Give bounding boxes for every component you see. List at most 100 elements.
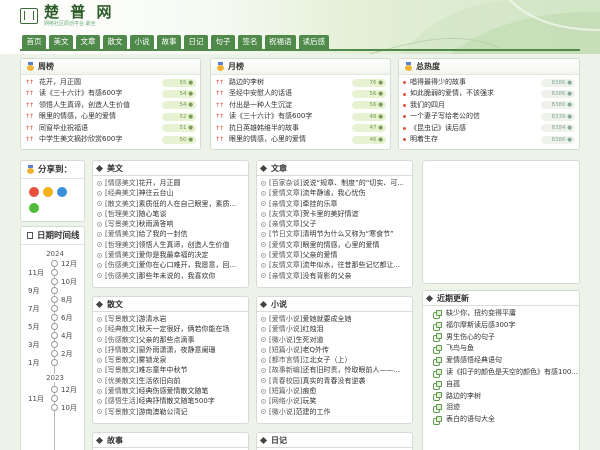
recent-item[interactable]: 读《扣子的颜色是天空的颜色》有感100...	[423, 367, 579, 379]
timeline-month[interactable]: 11月	[28, 394, 44, 404]
article-row[interactable]: [伤感散文] 父亲的那些点滴事	[97, 335, 244, 345]
nav-item[interactable]: 读后感	[298, 35, 329, 49]
recent-item[interactable]: 爱情感悟经典语句	[423, 355, 579, 367]
article-row[interactable]: [情感美文] 花开，月正圆	[97, 178, 244, 188]
article-row[interactable]: [友情文章] 贺卡里的美好情谊	[261, 209, 408, 219]
article-row[interactable]: [感悟生活] 经典抒情散文随笔500字	[97, 396, 244, 406]
rank-row[interactable]: ↑↑ 路边的李树 76 ●	[215, 77, 386, 88]
article-row[interactable]: [微小说] 生死对道	[261, 335, 408, 345]
article-row[interactable]: [亲情文章] 没有背影的父亲	[261, 271, 408, 281]
article-row[interactable]: [爱情文章] 眼里的情感，心里的爱情	[261, 240, 408, 250]
article-row[interactable]: [都市言情] 江北女子（上）	[261, 355, 408, 365]
timeline-month[interactable]: 10月	[61, 403, 77, 413]
timeline-month[interactable]: 3月	[28, 340, 39, 350]
section-title[interactable]: 小说	[271, 297, 287, 312]
rank-row[interactable]: 明着生存 8386 ●	[403, 134, 575, 145]
rank-row[interactable]: ↑↑ 圣经中安慰人的话语 56 ●	[215, 88, 386, 99]
rank-row[interactable]: 一个妻子写给老公的信 8339 ●	[403, 111, 575, 122]
weibo-icon[interactable]	[29, 187, 39, 197]
rank-row[interactable]: ↑↑ 付出是一种人生沉淀 56 ●	[215, 100, 386, 111]
article-row[interactable]: [经典散文] 秋天一定很好，俩若你能在场	[97, 324, 244, 334]
article-row[interactable]: [伤感美文] 爱你在心口难开，我愿意，回...	[97, 260, 244, 270]
timeline-month[interactable]: 1月	[28, 358, 39, 368]
timeline-month[interactable]: 6月	[61, 313, 72, 323]
timeline-month[interactable]: 11月	[28, 268, 44, 278]
recent-item[interactable]: 男生伤心的句子	[423, 332, 579, 344]
nav-item[interactable]: 日记	[184, 35, 208, 49]
rank-row[interactable]: ↑↑ 中学生美文摘抄欣赏600字 50 ●	[25, 134, 196, 145]
article-row[interactable]: [爱情美文] 给了我的一封信	[97, 229, 244, 239]
rank-row[interactable]: 如此脆弱的爱情，不该强求 8386 ●	[403, 88, 575, 99]
rank-row[interactable]: 《昆虫记》读后感 8384 ●	[403, 123, 575, 134]
article-row[interactable]: [伤感美文] 那些年未说的，我喜欢你	[97, 271, 244, 281]
article-row[interactable]: [爱情小说] 红烛泪	[261, 324, 408, 334]
article-row[interactable]: [爱情小说] 爱她就要成全她	[261, 314, 408, 324]
timeline-month[interactable]: 12月	[61, 259, 77, 269]
article-row[interactable]: [故事新编] 还有旧时责，怜取眼前人——...	[261, 365, 408, 375]
article-row[interactable]: [经典美文] 神往云台山	[97, 188, 244, 198]
timeline-month[interactable]: 10月	[61, 277, 77, 287]
nav-item[interactable]: 签名	[238, 35, 262, 49]
nav-item[interactable]: 美文	[49, 35, 73, 49]
qq-icon[interactable]	[57, 187, 67, 197]
rank-row[interactable]: ↑↑ 领悟人生真谛，创造人生价值 54 ●	[25, 100, 196, 111]
article-row[interactable]: [爱情文章] 父亲的爱情	[261, 250, 408, 260]
article-row[interactable]: [爱情美文] 爱你是我最幸福的决定	[97, 250, 244, 260]
rank-row[interactable]: ↑↑ 眼里的情感，心里的爱情 52 ●	[25, 111, 196, 122]
article-row[interactable]: [亲情文章] 牵挂的乐章	[261, 199, 408, 209]
nav-item[interactable]: 文章	[76, 35, 100, 49]
recent-item[interactable]: 飞鸟与鱼	[423, 343, 579, 355]
article-row[interactable]: [微小说] 范建的工作	[261, 407, 408, 417]
article-row[interactable]: [写景美文] 秋雨滴答响	[97, 219, 244, 229]
article-row[interactable]: [友情文章] 流年似水，往昔那些记忆都让...	[261, 260, 408, 270]
article-row[interactable]: [百家杂谈] 说说“规章、制度”的“切实、可...	[261, 178, 408, 188]
article-row[interactable]: [青春校园] 真实的青春没有逆袭	[261, 376, 408, 386]
rank-row[interactable]: ↑↑ 读《三十六计》有感600字 48 ●	[215, 111, 386, 122]
article-row[interactable]: [抒情散文] 窗外雨潇潇，夜静意阑珊	[97, 345, 244, 355]
section-title[interactable]: 美文	[107, 161, 123, 176]
nav-item[interactable]: 句子	[211, 35, 235, 49]
section-title[interactable]: 散文	[107, 297, 123, 312]
article-row[interactable]: [爱情散文] 经典伤感爱情散文随笔	[97, 386, 244, 396]
recent-item[interactable]: 泪迹	[423, 402, 579, 414]
rank-row[interactable]: ↑↑ 同窗毕业祝福语 51 ●	[25, 123, 196, 134]
article-row[interactable]: [哲理美文] 随心笔谈	[97, 209, 244, 219]
nav-item[interactable]: 小说	[130, 35, 154, 49]
recent-item[interactable]: 缺少你，扭约变得平庸	[423, 308, 579, 320]
rank-row[interactable]: ↑↑ 眼里的情感，心里的爱情 46 ●	[215, 134, 386, 145]
recent-item[interactable]: 表白的语句大全	[423, 414, 579, 426]
article-row[interactable]: [写景散文] 雾锁龙泉	[97, 355, 244, 365]
nav-item[interactable]: 故事	[157, 35, 181, 49]
article-row[interactable]: [亲情文章] 父子	[261, 219, 408, 229]
article-row[interactable]: [哲理美文] 领悟人生真谛，创造人生价值	[97, 240, 244, 250]
recent-item[interactable]: 路边的李树	[423, 391, 579, 403]
rank-row[interactable]: 唱得最得少的故事 8386 ●	[403, 77, 575, 88]
site-logo[interactable]: 楚 普 网 网络社区原创平台 最全	[20, 5, 114, 27]
section-title[interactable]: 文章	[271, 161, 287, 176]
article-row[interactable]: [节日文章] 清明节为什么又称为“寒食节”	[261, 229, 408, 239]
section-title[interactable]: 日记	[271, 433, 287, 448]
section-title[interactable]: 故事	[107, 433, 123, 448]
article-row[interactable]: [网络小说] 玩笑	[261, 396, 408, 406]
article-row[interactable]: [爱情文章] 流年静谧，我心忧伤	[261, 188, 408, 198]
rank-row[interactable]: ↑↑ 读《三十六计》有感600字 54 ●	[25, 88, 196, 99]
timeline-month[interactable]: 2月	[61, 349, 72, 359]
article-row[interactable]: [散文美文] 素质低的人在自己眼里，素质...	[97, 199, 244, 209]
article-row[interactable]: [优美散文] 生活依旧向前	[97, 376, 244, 386]
timeline-month[interactable]: 9月	[28, 286, 39, 296]
recent-item[interactable]: 福尔摩斯读后感300字	[423, 320, 579, 332]
timeline-month[interactable]: 4月	[61, 331, 72, 341]
qzone-icon[interactable]	[43, 187, 53, 197]
nav-item[interactable]: 祝福语	[265, 35, 296, 49]
rank-row[interactable]: ↑↑ 花开，月正圆 55 ●	[25, 77, 196, 88]
nav-item[interactable]: 首页	[22, 35, 46, 49]
wechat-icon[interactable]	[29, 203, 39, 213]
timeline-month[interactable]: 8月	[61, 295, 72, 305]
article-row[interactable]: [写景散文] 游南澳勒公湾记	[97, 407, 244, 417]
timeline-month[interactable]: 7月	[28, 304, 39, 314]
nav-item[interactable]: 散文	[103, 35, 127, 49]
article-row[interactable]: [写景散文] 难忘童年中秋节	[97, 365, 244, 375]
rank-row[interactable]: 我们的四月 8386 ●	[403, 100, 575, 111]
timeline-year[interactable]: 2023	[40, 374, 70, 382]
article-row[interactable]: [短篇小说] 痕愈	[261, 386, 408, 396]
